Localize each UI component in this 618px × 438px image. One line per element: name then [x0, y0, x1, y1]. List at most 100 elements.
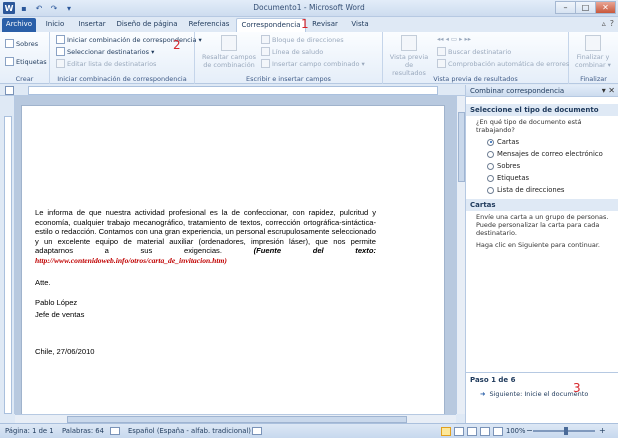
bloque-direcciones-button[interactable]: Bloque de direcciones: [261, 35, 344, 44]
minimize-button[interactable]: –: [555, 1, 576, 14]
zoom-in-button[interactable]: +: [599, 426, 606, 435]
window-title: Documento1 - Microsoft Word: [253, 3, 365, 12]
page-count[interactable]: Página: 1 de 1: [5, 427, 54, 435]
horizontal-scrollbar[interactable]: [15, 414, 456, 423]
address-block-icon: [261, 35, 270, 44]
resaltar-campos-button[interactable]: Resaltar campos de combinación: [201, 35, 257, 69]
proofing-icon[interactable]: [110, 427, 120, 435]
finish-merge-icon: [585, 35, 601, 51]
radio-icon: [487, 162, 494, 170]
document-area: Le informa de que nuestra actividad prof…: [15, 96, 456, 414]
horizontal-ruler[interactable]: [0, 85, 465, 96]
annotation-2: 2: [173, 38, 181, 52]
tab-inicio[interactable]: Inicio: [40, 18, 70, 32]
outline-icon[interactable]: [480, 427, 490, 436]
sobres-button[interactable]: Sobres: [5, 39, 38, 48]
tab-archivo[interactable]: Archivo: [2, 18, 36, 32]
radio-icon: [487, 150, 494, 158]
radio-sobres[interactable]: Sobres: [487, 162, 520, 170]
radio-lista[interactable]: Lista de direcciones: [487, 186, 564, 194]
radio-label: Mensajes de correo electrónico: [497, 150, 603, 158]
draft-icon[interactable]: [493, 427, 503, 436]
radio-label: Sobres: [497, 162, 521, 170]
web-layout-icon[interactable]: [467, 427, 477, 436]
group-escribir: Resaltar campos de combinación Bloque de…: [195, 32, 383, 84]
help-icon[interactable]: ?: [610, 19, 614, 28]
ribbon-right-controls: ▵ ?: [602, 19, 614, 28]
horizontal-scroll-thumb[interactable]: [67, 416, 407, 423]
pane-close-icon[interactable]: ▾ ✕: [602, 86, 615, 95]
editar-lista-button[interactable]: Editar lista de destinatarios: [56, 59, 156, 68]
signer-name: Pablo López: [35, 298, 78, 307]
group-finalizar: Finalizar y combinar ▾ Finalizar: [569, 32, 618, 84]
full-screen-icon[interactable]: [454, 427, 464, 436]
buscar-destinatario-button[interactable]: Buscar destinatario: [437, 47, 511, 56]
tab-diseno-de-pagina[interactable]: Diseño de página: [114, 18, 180, 32]
resaltar-campos-label: Resaltar campos de combinación: [201, 53, 257, 69]
tab-selector-icon[interactable]: [5, 86, 14, 95]
source-label: (Fuente del texto:: [253, 246, 376, 255]
zoom-out-button[interactable]: −: [526, 426, 533, 435]
radio-label: Etiquetas: [497, 174, 530, 182]
tab-revisar[interactable]: Revisar: [308, 18, 342, 32]
word-window: W ▪ ↶ ↷ ▾ Documento1 - Microsoft Word – …: [0, 0, 618, 438]
vertical-ruler[interactable]: [0, 96, 15, 414]
macro-icon[interactable]: [252, 427, 262, 435]
tab-referencias[interactable]: Referencias: [186, 18, 232, 32]
type-question: ¿En qué tipo de documento está trabajand…: [476, 118, 582, 134]
radio-label: Lista de direcciones: [497, 186, 565, 194]
etiquetas-label: Etiquetas: [16, 57, 47, 66]
record-navigation[interactable]: ◂◂ ◂ ▭ ▸ ▸▸: [437, 35, 471, 43]
insertar-campo-button[interactable]: Insertar campo combinado ▾: [261, 59, 365, 68]
closing-text: Atte.: [35, 278, 51, 287]
envelope-icon: [5, 39, 14, 48]
vertical-scroll-thumb[interactable]: [458, 112, 465, 182]
radio-icon: [487, 186, 494, 194]
document-page[interactable]: Le informa de que nuestra actividad prof…: [21, 105, 445, 414]
recipients-icon: [56, 47, 65, 56]
section-cartas: Cartas: [466, 199, 618, 211]
group-label-crear: Crear: [15, 75, 34, 83]
radio-cartas[interactable]: Cartas: [487, 138, 519, 146]
pane-title: Combinar correspondencia: [470, 87, 565, 95]
editar-lista-label: Editar lista de destinatarios: [67, 59, 157, 68]
tab-correspondencia[interactable]: Correspondencia: [236, 18, 306, 32]
letter-paragraph[interactable]: Le informa de que nuestra actividad prof…: [35, 208, 376, 265]
group-label-escribir: Escribir e insertar campos: [246, 75, 331, 83]
mail-merge-pane: Combinar correspondencia ▾ ✕ Seleccione …: [465, 85, 618, 423]
minimize-ribbon-icon[interactable]: ▵: [602, 19, 606, 28]
status-bar: Página: 1 de 1 Palabras: 64 Español (Esp…: [0, 423, 618, 438]
buscar-destinatario-label: Buscar destinatario: [448, 47, 512, 56]
tab-vista[interactable]: Vista: [346, 18, 374, 32]
arrow-right-icon: ➜: [480, 390, 486, 398]
radio-correo[interactable]: Mensajes de correo electrónico: [487, 150, 603, 158]
tab-insertar[interactable]: Insertar: [74, 18, 110, 32]
vertical-scrollbar[interactable]: [456, 96, 465, 414]
vertical-ruler-strip: [4, 116, 12, 414]
greeting-line-icon: [261, 47, 270, 56]
group-vista-previa: Vista previa de resultados ◂◂ ◂ ▭ ▸ ▸▸ B…: [383, 32, 569, 84]
word-count[interactable]: Palabras: 64: [62, 427, 104, 435]
zoom-level[interactable]: 100%: [506, 427, 525, 435]
radio-icon: [487, 174, 494, 182]
labels-icon: [5, 57, 14, 66]
linea-saludo-button[interactable]: Línea de saludo: [261, 47, 323, 56]
language[interactable]: Español (España - alfab. tradicional): [128, 427, 251, 435]
ribbon: Sobres Etiquetas Crear Iniciar combinaci…: [0, 17, 618, 84]
find-recipient-icon: [437, 47, 446, 56]
vista-previa-button[interactable]: Vista previa de resultados: [387, 35, 431, 77]
finalizar-combinar-button[interactable]: Finalizar y combinar ▾: [571, 35, 615, 69]
place-date: Chile, 27/06/2010: [35, 347, 95, 356]
zoom-slider-thumb[interactable]: [564, 427, 568, 435]
cartas-description: Envíe una carta a un grupo de personas. …: [476, 213, 609, 237]
source-url[interactable]: http://www.contenidoweb.info/otros/carta…: [35, 256, 227, 265]
print-layout-icon[interactable]: [441, 427, 451, 436]
comprobacion-errores-button[interactable]: Comprobación automática de errores: [437, 59, 569, 68]
seleccionar-destinatarios-button[interactable]: Seleccionar destinatarios ▾: [56, 47, 154, 56]
radio-etiquetas[interactable]: Etiquetas: [487, 174, 529, 182]
sobres-label: Sobres: [16, 39, 39, 48]
window-controls: – □ ✕: [555, 1, 616, 14]
maximize-button[interactable]: □: [575, 1, 596, 14]
close-button[interactable]: ✕: [595, 1, 616, 14]
etiquetas-button[interactable]: Etiquetas: [5, 57, 47, 66]
